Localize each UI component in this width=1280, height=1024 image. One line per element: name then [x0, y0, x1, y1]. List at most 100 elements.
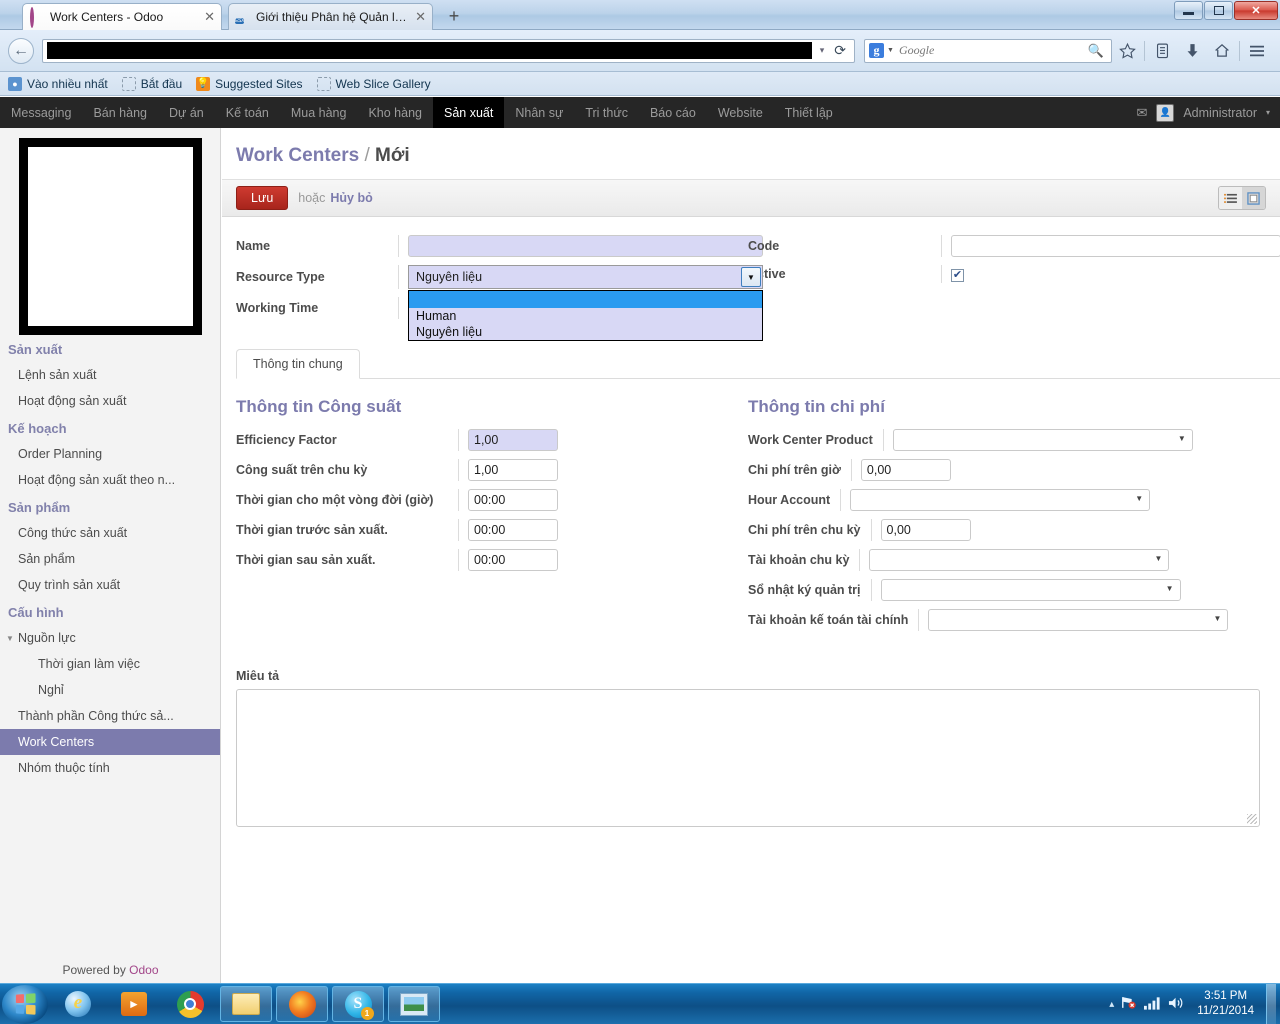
- sidebar-item-routings[interactable]: Quy trình sản xuất: [0, 572, 220, 598]
- home-icon[interactable]: [1207, 38, 1237, 64]
- menu-item-accounting[interactable]: Kế toán: [215, 97, 280, 128]
- photo-viewer-icon: [400, 992, 428, 1016]
- taskbar-photo-viewer[interactable]: [388, 986, 440, 1022]
- work-center-product-dropdown[interactable]: [892, 429, 1193, 451]
- time-for-one-cycle-input[interactable]: [468, 489, 558, 511]
- browser-tab-2[interactable]: ESX Giới thiệu Phân hệ Quản lý... ✕: [228, 3, 433, 30]
- signal-bars-icon[interactable]: [1144, 996, 1161, 1013]
- window-restore-button[interactable]: [1204, 1, 1233, 20]
- active-checkbox[interactable]: ✔: [951, 269, 964, 282]
- bookmark-getting-started[interactable]: Bắt đầu: [121, 76, 182, 91]
- resource-type-option-blank[interactable]: [409, 291, 762, 308]
- browser-tab-1-close-icon[interactable]: ✕: [204, 9, 215, 25]
- general-account-dropdown[interactable]: [928, 609, 1229, 631]
- taskbar-google-chrome[interactable]: [164, 986, 216, 1022]
- resource-type-option-human[interactable]: Human: [409, 308, 762, 324]
- resource-type-option-material[interactable]: Nguyên liệu: [409, 324, 762, 340]
- chevron-down-icon[interactable]: ▼: [741, 267, 761, 287]
- network-error-icon[interactable]: [1121, 995, 1137, 1013]
- sidebar-item-bom-components[interactable]: Thành phần Công thức sả...: [0, 703, 220, 729]
- search-magnifier-icon[interactable]: 🔍: [1088, 43, 1107, 59]
- efficiency-factor-input[interactable]: [468, 429, 558, 451]
- new-tab-button[interactable]: +: [443, 6, 465, 26]
- sidebar-item-work-orders[interactable]: Hoạt động sản xuất: [0, 388, 220, 414]
- form-view-icon[interactable]: [1242, 187, 1265, 209]
- field-row-hour-account: Hour Account: [748, 489, 1260, 511]
- user-menu-label[interactable]: Administrator: [1183, 106, 1257, 120]
- taskbar-file-explorer[interactable]: [220, 986, 272, 1022]
- bookmark-suggested-sites[interactable]: 💡 Suggested Sites: [196, 76, 303, 91]
- taskbar-windows-media-player[interactable]: ►: [108, 986, 160, 1022]
- menu-item-manufacturing[interactable]: Sản xuất: [433, 97, 505, 128]
- tab-general-info[interactable]: Thông tin chung: [236, 349, 360, 379]
- taskbar-internet-explorer[interactable]: e: [52, 986, 104, 1022]
- sidebar-item-manufacturing-orders[interactable]: Lệnh sản xuất: [0, 362, 220, 388]
- reader-list-icon[interactable]: [1147, 38, 1177, 64]
- sidebar-item-order-planning[interactable]: Order Planning: [0, 441, 220, 467]
- menu-item-messaging[interactable]: Messaging: [0, 97, 82, 128]
- taskbar-firefox[interactable]: [276, 986, 328, 1022]
- breadcrumb-root[interactable]: Work Centers: [236, 145, 359, 166]
- menu-item-warehouse[interactable]: Kho hàng: [357, 97, 433, 128]
- avatar[interactable]: 👤: [1156, 103, 1175, 122]
- sidebar-item-working-time[interactable]: Thời gian làm việc: [0, 651, 220, 677]
- menu-item-settings[interactable]: Thiết lập: [774, 97, 844, 128]
- cycle-account-dropdown[interactable]: [869, 549, 1170, 571]
- search-input-placeholder[interactable]: Google: [899, 43, 1088, 58]
- menu-item-website[interactable]: Website: [707, 97, 774, 128]
- menu-item-sales[interactable]: Bán hàng: [82, 97, 158, 128]
- search-engine-caret-icon[interactable]: ▼: [887, 47, 894, 54]
- reload-icon[interactable]: ⟳: [830, 43, 850, 59]
- analytic-journal-dropdown[interactable]: [880, 579, 1181, 601]
- chevron-down-icon[interactable]: ▼: [6, 634, 14, 643]
- cost-per-cycle-input[interactable]: [880, 519, 971, 541]
- window-close-button[interactable]: ✕: [1234, 1, 1278, 20]
- time-after-production-input[interactable]: [468, 549, 558, 571]
- menu-item-reporting[interactable]: Báo cáo: [639, 97, 707, 128]
- show-desktop-button[interactable]: [1266, 983, 1276, 1024]
- menu-item-hr[interactable]: Nhân sự: [504, 97, 574, 128]
- downloads-icon[interactable]: [1177, 38, 1207, 64]
- hour-account-dropdown[interactable]: [850, 489, 1151, 511]
- taskbar-skype[interactable]: S1: [332, 986, 384, 1022]
- browser-tab-1[interactable]: Work Centers - Odoo ✕: [22, 3, 222, 30]
- sidebar-item-work-order-planning[interactable]: Hoạt động sản xuất theo n...: [0, 467, 220, 493]
- sidebar-item-leaves[interactable]: Nghỉ: [0, 677, 220, 703]
- bookmark-most-visited[interactable]: ● Vào nhiều nhất: [8, 76, 108, 91]
- capacity-per-cycle-input[interactable]: [468, 459, 558, 481]
- start-button[interactable]: [2, 984, 48, 1024]
- time-before-production-input[interactable]: [468, 519, 558, 541]
- bookmark-web-slice-gallery[interactable]: Web Slice Gallery: [316, 76, 431, 91]
- back-button[interactable]: ←: [8, 37, 34, 64]
- search-bar[interactable]: g ▼ Google 🔍: [864, 38, 1112, 63]
- odoo-brand-link[interactable]: Odoo: [129, 963, 158, 977]
- cost-per-hour-input[interactable]: [860, 459, 951, 481]
- sidebar-item-products[interactable]: Sản phẩm: [0, 546, 220, 572]
- list-view-icon[interactable]: [1219, 187, 1242, 209]
- volume-icon[interactable]: [1168, 996, 1185, 1013]
- sidebar-item-work-centers[interactable]: Work Centers: [0, 729, 220, 755]
- tray-expand-icon[interactable]: ▴: [1109, 999, 1114, 1010]
- code-input[interactable]: [951, 235, 1280, 257]
- resize-grip-icon[interactable]: [1247, 814, 1257, 824]
- sidebar-item-bom[interactable]: Công thức sản xuất: [0, 520, 220, 546]
- menu-item-purchase[interactable]: Mua hàng: [280, 97, 358, 128]
- window-minimize-button[interactable]: [1174, 1, 1203, 20]
- menu-hamburger-icon[interactable]: [1242, 38, 1272, 64]
- address-bar-dropdown-icon[interactable]: ▾: [814, 45, 831, 56]
- save-button[interactable]: Lưu: [236, 186, 289, 210]
- bookmark-star-icon[interactable]: [1112, 38, 1142, 64]
- mail-envelope-icon[interactable]: ✉: [1136, 105, 1147, 121]
- menu-item-project[interactable]: Dự án: [158, 97, 215, 128]
- name-input[interactable]: [408, 235, 763, 257]
- taskbar-clock[interactable]: 3:51 PM 11/21/2014: [1192, 989, 1259, 1019]
- cancel-button[interactable]: Hủy bỏ: [330, 191, 372, 205]
- browser-tab-2-close-icon[interactable]: ✕: [415, 9, 426, 25]
- description-textarea[interactable]: [236, 689, 1260, 827]
- user-menu-caret-icon[interactable]: ▾: [1266, 108, 1270, 117]
- address-bar[interactable]: ▾ ⟳: [42, 38, 855, 63]
- resource-type-select[interactable]: Nguyên liệu: [408, 265, 763, 289]
- sidebar-item-attribute-groups[interactable]: Nhóm thuộc tính: [0, 755, 220, 781]
- sidebar-item-resources[interactable]: ▼ Nguồn lực: [0, 625, 220, 651]
- menu-item-knowledge[interactable]: Tri thức: [574, 97, 639, 128]
